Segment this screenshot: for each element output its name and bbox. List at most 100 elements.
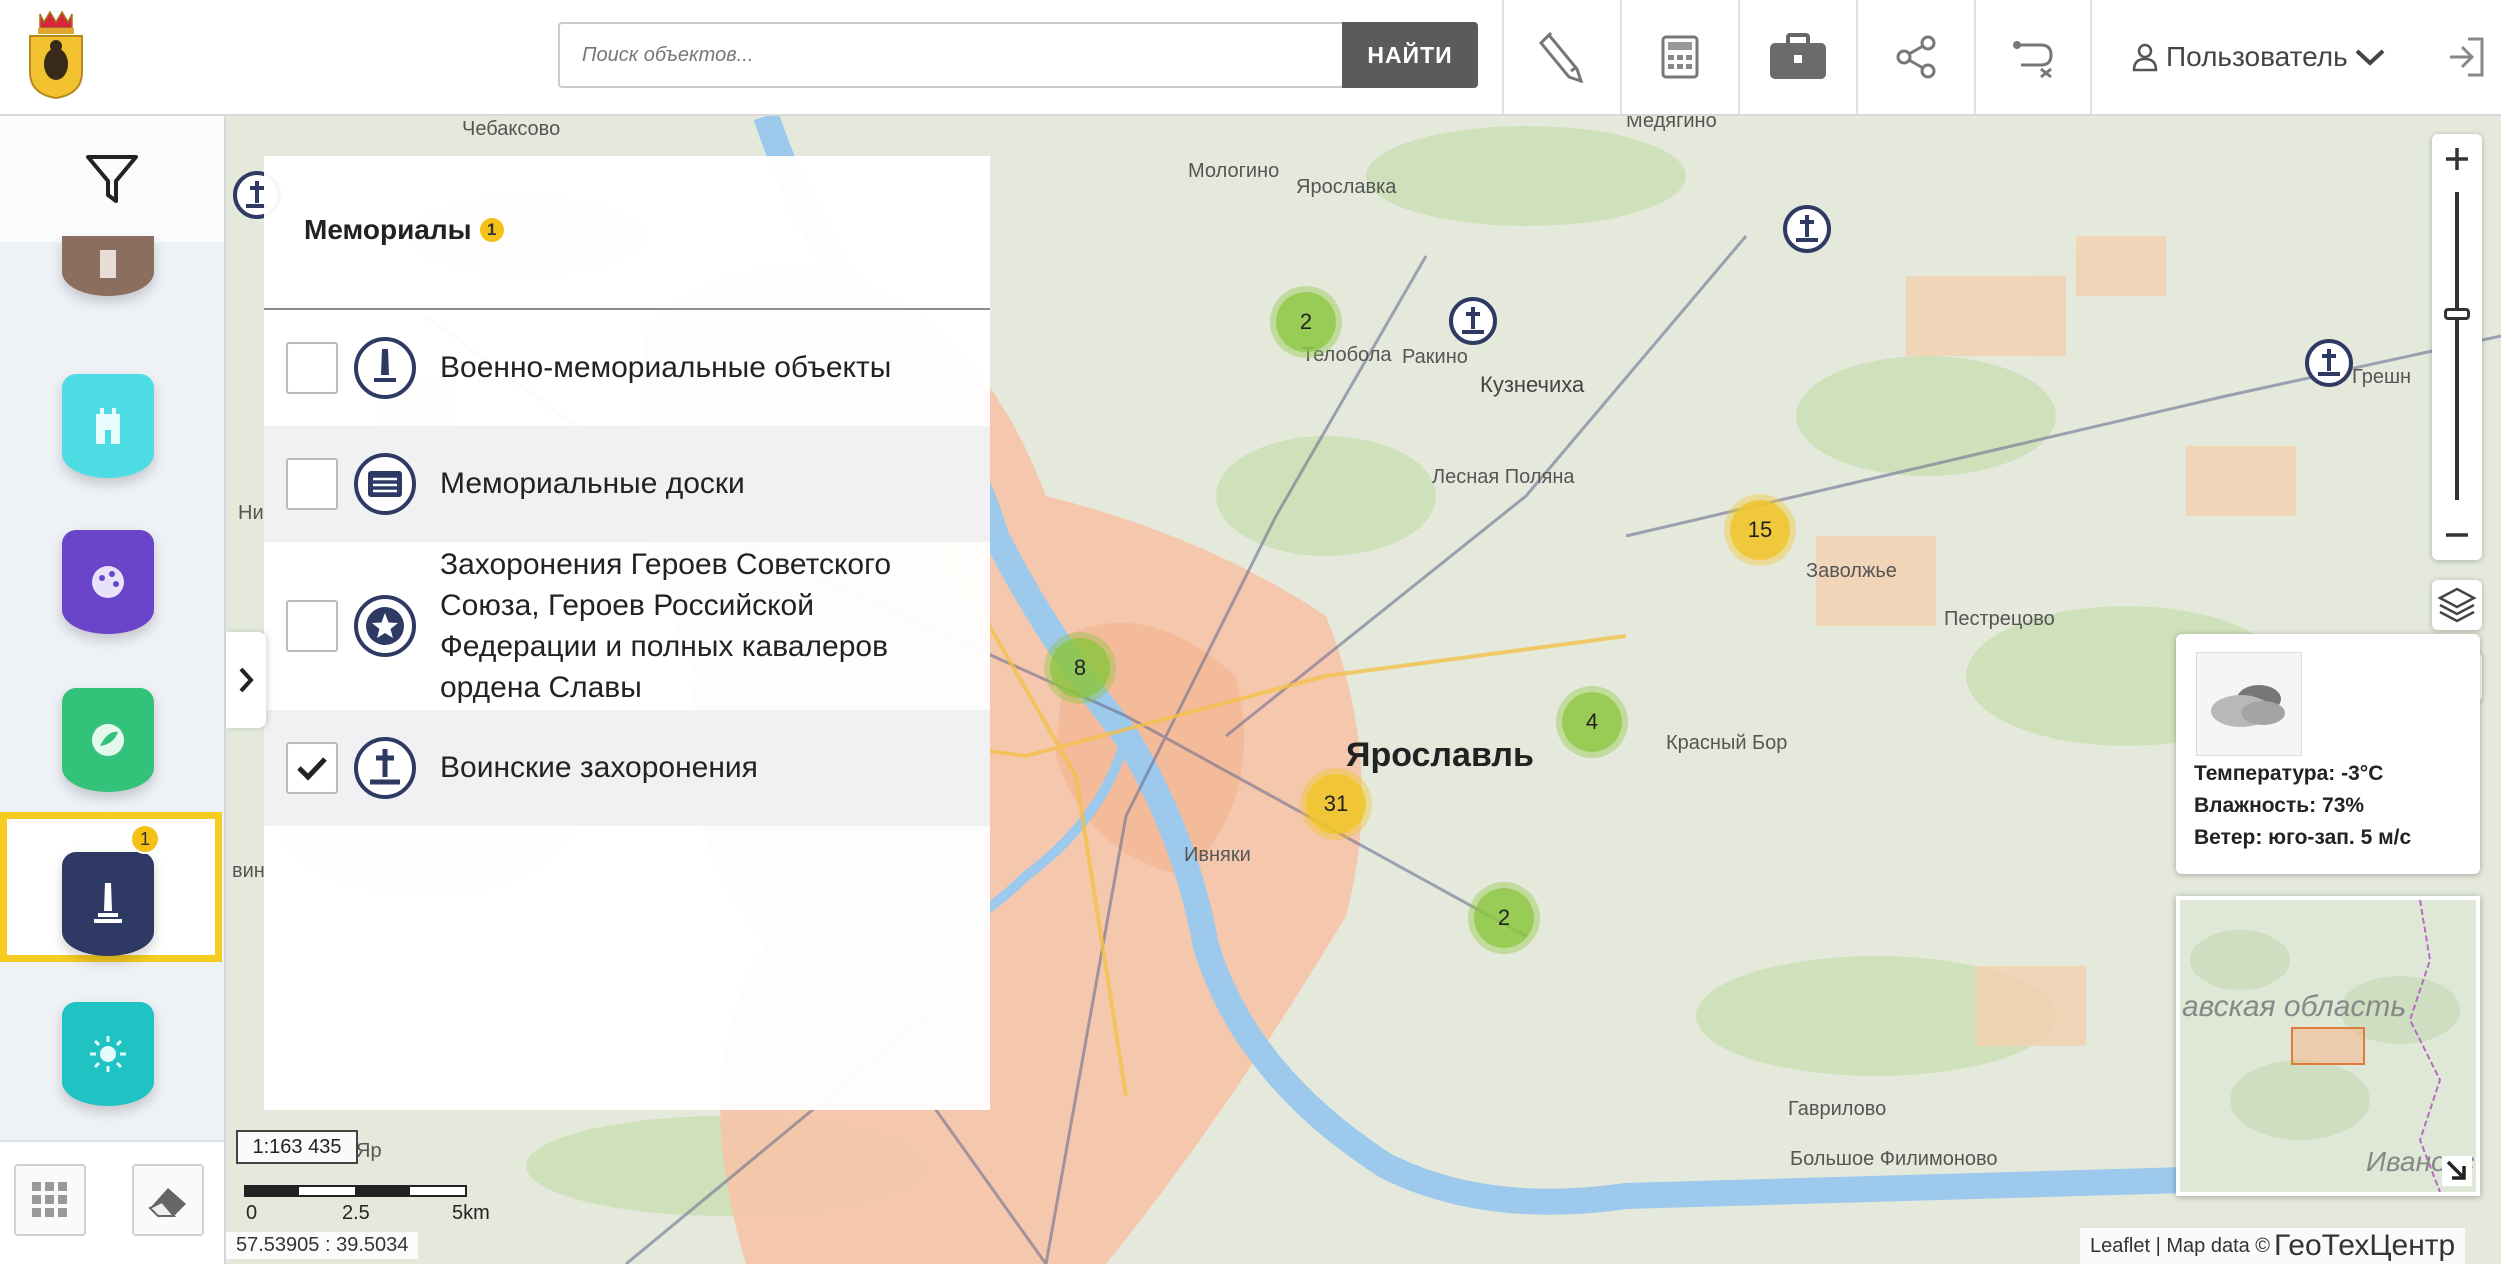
- map-place-label: Красный Бор: [1666, 732, 1788, 754]
- layer-label: Военно-мемориальные объекты: [440, 351, 892, 384]
- category-memorials-button[interactable]: [62, 852, 154, 956]
- panel-toggle-button[interactable]: [226, 632, 266, 728]
- weather-temperature: Температура: -3°C: [2194, 762, 2384, 785]
- attribution-brand[interactable]: ГеоТехЦентр: [2274, 1229, 2455, 1263]
- map-cluster-marker[interactable]: 4: [1562, 692, 1622, 752]
- overview-minimap[interactable]: авская область Ивановс: [2176, 896, 2480, 1196]
- route-icon: [2013, 41, 2053, 79]
- layer-label: Воинские захоронения: [440, 751, 758, 784]
- map-place-label: Заволжье: [1806, 560, 1897, 582]
- portfolio-tool-button[interactable]: [1738, 0, 1856, 114]
- zoom-slider-handle[interactable]: [2444, 308, 2470, 320]
- user-menu[interactable]: Пользователь: [2090, 0, 2430, 114]
- category-palette-button[interactable]: [62, 530, 154, 634]
- map-cluster-marker[interactable]: 2: [1276, 292, 1336, 352]
- category-nature-button[interactable]: [62, 688, 154, 792]
- panel-title-badge: 1: [477, 215, 506, 244]
- panel-title: Мемориалы 1: [304, 214, 506, 246]
- layer-label: Мемориальные доски: [440, 467, 745, 500]
- leaf-icon: [92, 724, 124, 756]
- layer-checkbox[interactable]: [286, 458, 338, 510]
- pencil-icon: [1538, 31, 1584, 84]
- plaque-icon: [354, 453, 416, 515]
- checkmark-icon: [297, 757, 327, 781]
- map-place-label: Ракино: [1402, 346, 1468, 368]
- search-bar: НАЙТИ: [558, 22, 1478, 88]
- map-place-label: Пестрецово: [1944, 608, 2055, 630]
- layer-checkbox-checked[interactable]: [286, 742, 338, 794]
- clear-button[interactable]: [132, 1164, 204, 1236]
- minus-icon: [2446, 533, 2468, 537]
- map-cluster-marker[interactable]: 15: [1730, 500, 1790, 560]
- chevron-down-icon: [2355, 49, 2385, 66]
- weather-widget: Температура: -3°C Влажность: 73% Ветер: …: [2176, 634, 2480, 874]
- panel-title-text: Мемориалы: [304, 214, 472, 245]
- map-cluster-marker[interactable]: 31: [1306, 774, 1366, 834]
- route-tool-button[interactable]: [1974, 0, 2092, 114]
- share-tool-button[interactable]: [1856, 0, 1974, 114]
- map-scale: 1:163 435 0 2.5 5km: [236, 1130, 490, 1224]
- minimap-toggle-icon[interactable]: [2442, 1156, 2472, 1186]
- map-place-label: Ярославка: [1296, 176, 1397, 198]
- military-grave-marker-icon[interactable]: [1448, 296, 1498, 346]
- plus-icon: [2446, 148, 2468, 170]
- category-recreation-button[interactable]: [62, 1002, 154, 1106]
- layers-icon: [2437, 587, 2477, 623]
- military-grave-icon: [354, 737, 416, 799]
- layer-checkbox[interactable]: [286, 600, 338, 652]
- layer-row-hero-graves[interactable]: Захоронения Героев Советского Союза, Гер…: [264, 542, 990, 710]
- military-grave-marker-icon[interactable]: [1782, 204, 1832, 254]
- logout-button[interactable]: [2430, 0, 2501, 114]
- zoom-control: [2432, 134, 2482, 560]
- user-menu-label: Пользователь: [2166, 41, 2348, 72]
- user-icon: [2132, 43, 2158, 72]
- cursor-coordinates: 57.53905 : 39.5034: [226, 1232, 419, 1259]
- map-place-label: Гаврилово: [1788, 1098, 1887, 1120]
- calculator-tool-button[interactable]: [1620, 0, 1738, 114]
- star-medal-icon: [354, 595, 416, 657]
- attribution-text[interactable]: Leaflet | Map data ©: [2090, 1235, 2270, 1258]
- weather-cloud-icon: [2196, 652, 2302, 756]
- map-cluster-marker[interactable]: 8: [1050, 638, 1110, 698]
- search-button[interactable]: НАЙТИ: [1342, 22, 1478, 88]
- layer-checkbox[interactable]: [286, 342, 338, 394]
- zoom-out-button[interactable]: [2432, 510, 2482, 560]
- zoom-in-button[interactable]: [2432, 134, 2482, 184]
- map-place-label: Яр: [356, 1140, 382, 1162]
- scale-tick-label: 5km: [452, 1202, 490, 1224]
- palette-icon: [92, 566, 124, 598]
- monument-icon: [354, 337, 416, 399]
- weather-humidity: Влажность: 73%: [2194, 794, 2365, 817]
- grid-view-button[interactable]: [14, 1164, 86, 1236]
- scale-tick-label: 0: [246, 1202, 258, 1224]
- minimap-region-label: авская область: [2182, 990, 2407, 1023]
- zoom-slider-track[interactable]: [2455, 192, 2459, 500]
- military-grave-marker-icon[interactable]: [2304, 338, 2354, 388]
- layer-row-memorial-plaques[interactable]: Мемориальные доски: [264, 426, 990, 542]
- map-place-label: Грешн: [2352, 366, 2412, 388]
- category-fortress-button[interactable]: [62, 236, 154, 296]
- yaroslavl-coat-of-arms-logo[interactable]: [26, 8, 86, 100]
- search-input[interactable]: [558, 22, 1344, 88]
- scale-tick-label: 2.5: [342, 1202, 370, 1224]
- category-sidebar: 1: [0, 116, 226, 1264]
- sidebar-bottom-toolbar: [0, 1140, 224, 1264]
- layer-row-military-graves[interactable]: Воинские захоронения: [264, 710, 990, 826]
- map-place-label: Медягино: [1626, 116, 1717, 132]
- category-castle-button[interactable]: [62, 374, 154, 478]
- filter-icon: [86, 155, 138, 203]
- map-place-label: вин: [232, 860, 265, 882]
- map-place-label: Ивняки: [1184, 844, 1251, 866]
- layers-button[interactable]: [2432, 580, 2482, 630]
- filter-button[interactable]: [0, 116, 224, 242]
- map-city-label: Ярославль: [1346, 736, 1534, 774]
- chevron-right-icon: [239, 667, 254, 693]
- scale-ratio: 1:163 435: [236, 1130, 358, 1164]
- map-cluster-marker[interactable]: 2: [1474, 888, 1534, 948]
- map-place-label: Кузнечиха: [1480, 372, 1585, 397]
- monument-icon: [94, 883, 122, 923]
- draw-tool-button[interactable]: [1502, 0, 1620, 114]
- map-attribution: Leaflet | Map data © ГеоТехЦентр: [2080, 1228, 2466, 1264]
- layer-row-military-memorials[interactable]: Военно-мемориальные объекты: [264, 310, 990, 426]
- castle-icon: [96, 408, 120, 444]
